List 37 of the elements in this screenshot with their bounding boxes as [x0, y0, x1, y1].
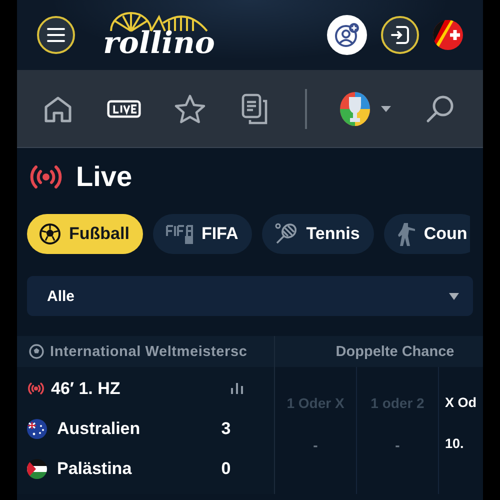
- statistics-icon[interactable]: [231, 383, 243, 394]
- soldier-icon: [396, 221, 416, 247]
- caret-icon: [449, 292, 459, 300]
- sport-tab[interactable]: FIFA: [153, 214, 252, 254]
- caret-icon[interactable]: [381, 106, 391, 112]
- flag-icon: [27, 418, 47, 438]
- soccer-ball-icon: [29, 344, 44, 359]
- search-icon[interactable]: [425, 94, 455, 124]
- fifa-logo-icon: [165, 223, 194, 245]
- filter-dropdown[interactable]: Alle: [27, 276, 473, 316]
- login-icon: [391, 25, 409, 45]
- live-broadcast-icon: [28, 164, 64, 190]
- sport-tab[interactable]: Coun: [384, 214, 470, 254]
- match-time: 46′ 1. HZ: [51, 378, 122, 398]
- team-score: 0: [220, 458, 232, 478]
- language-flag-icon[interactable]: [433, 20, 463, 50]
- sport-tab[interactable]: Tennis: [262, 214, 374, 254]
- soccer-ball-icon: [39, 223, 61, 245]
- login-button[interactable]: [381, 16, 419, 54]
- menu-button[interactable]: [37, 16, 75, 54]
- team-score: 3: [220, 418, 232, 438]
- register-button[interactable]: [327, 15, 367, 55]
- user-add-icon: [334, 22, 360, 48]
- odds-value[interactable]: 10.: [445, 436, 464, 451]
- flag-icon: [27, 458, 47, 478]
- logo-text: rollino: [103, 29, 215, 59]
- section-title: Live: [76, 161, 132, 193]
- sport-tab[interactable]: Fußball: [27, 214, 144, 254]
- league-name: International Weltmeistersc: [50, 344, 248, 360]
- team-name: Palästina: [57, 458, 133, 478]
- trophy-icon[interactable]: [339, 90, 371, 126]
- menu-icon: [47, 28, 65, 42]
- team-name: Australien: [57, 418, 142, 438]
- odds-label: X Od: [445, 395, 477, 410]
- market-title: Doppelte Chance: [336, 344, 454, 360]
- live-broadcast-icon: [27, 382, 45, 395]
- tennis-racket-icon: [274, 222, 298, 246]
